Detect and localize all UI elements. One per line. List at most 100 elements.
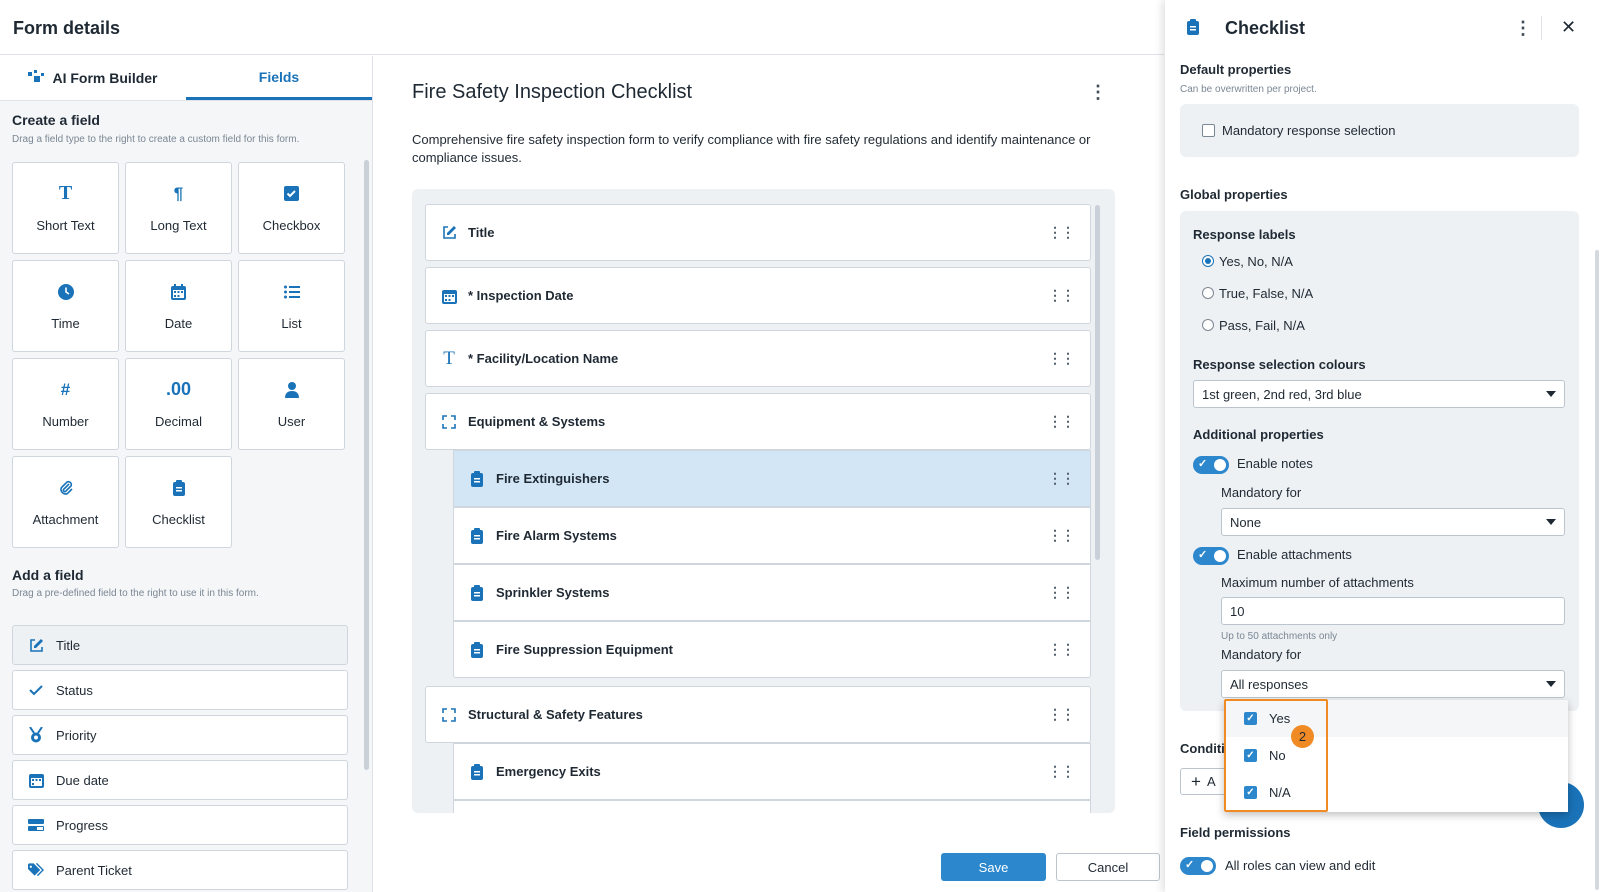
drag-handle-icon[interactable]: ⋮⋮ (1048, 470, 1075, 487)
notes-mandatory-label: Mandatory for (1221, 485, 1302, 500)
drag-handle-icon[interactable]: ⋮⋮ (1048, 413, 1075, 430)
close-icon[interactable]: ✕ (1561, 17, 1576, 38)
tile-label: Long Text (150, 217, 207, 233)
tab-fields[interactable]: Fields (186, 56, 372, 100)
form-field-partial[interactable] (453, 800, 1091, 813)
field-type-number[interactable]: # Number (12, 358, 119, 450)
field-type-user[interactable]: User (238, 358, 345, 450)
select-value: 1st green, 2nd red, 3rd blue (1202, 386, 1362, 402)
radio-yes-no-na[interactable] (1202, 255, 1214, 267)
form-more-icon[interactable]: ⋮ (1089, 82, 1107, 103)
drag-handle-icon[interactable]: ⋮⋮ (1048, 527, 1075, 544)
drag-handle-icon[interactable]: ⋮⋮ (1048, 350, 1075, 367)
input-value: 10 (1230, 603, 1245, 619)
field-library-panel: AI Form Builder Fields Create a field Dr… (0, 56, 373, 892)
predefined-label: Progress (56, 817, 109, 833)
form-editor: Fire Safety Inspection Checklist ⋮ Compr… (373, 56, 1165, 892)
predefined-field-progress[interactable]: Progress (12, 805, 348, 845)
paragraph-icon: ¶ (173, 183, 184, 203)
drag-handle-icon[interactable]: ⋮⋮ (1048, 706, 1075, 723)
form-section-equipment[interactable]: Equipment & Systems ⋮⋮ (425, 393, 1091, 450)
field-type-attachment[interactable]: Attachment (12, 456, 119, 548)
enable-attachments-toggle[interactable] (1193, 547, 1229, 565)
enable-notes-toggle[interactable] (1193, 456, 1229, 474)
field-label: * Inspection Date (468, 288, 574, 303)
form-field-sprinkler[interactable]: Sprinkler Systems ⋮⋮ (453, 564, 1091, 621)
attachments-mandatory-select[interactable]: All responses (1221, 670, 1565, 698)
enable-attachments-label: Enable attachments (1237, 547, 1352, 562)
form-field-title[interactable]: Title ⋮⋮ (425, 204, 1091, 261)
mandatory-response-checkbox[interactable] (1202, 124, 1215, 137)
max-attachments-input[interactable]: 10 (1221, 597, 1565, 625)
predefined-label: Title (56, 637, 81, 653)
form-field-emergency-exits[interactable]: Emergency Exits ⋮⋮ (453, 743, 1091, 800)
fields-scrollbar[interactable] (1095, 205, 1100, 560)
global-properties-card: Response labels Yes, No, N/A True, False… (1180, 211, 1579, 711)
radio-true-false-na[interactable] (1202, 287, 1214, 299)
hash-icon: # (60, 379, 71, 399)
field-label: Fire Suppression Equipment (496, 642, 673, 657)
form-field-fire-extinguishers[interactable]: Fire Extinguishers ⋮⋮ (453, 450, 1091, 507)
tab-ai-form-builder[interactable]: AI Form Builder (0, 56, 186, 100)
form-field-fire-suppression[interactable]: Fire Suppression Equipment ⋮⋮ (453, 621, 1091, 678)
form-title[interactable]: Fire Safety Inspection Checklist (412, 81, 692, 104)
field-label: Title (468, 225, 495, 240)
clipboard-icon (469, 470, 485, 487)
tags-icon (28, 863, 44, 877)
permissions-toggle[interactable] (1180, 857, 1216, 875)
save-button[interactable]: Save (941, 853, 1046, 881)
field-type-date[interactable]: Date (125, 260, 232, 352)
clipboard-icon (172, 478, 185, 498)
form-field-facility-name[interactable]: T * Facility/Location Name ⋮⋮ (425, 330, 1091, 387)
drag-handle-icon[interactable]: ⋮⋮ (1048, 763, 1075, 780)
predefined-field-title[interactable]: Title (12, 625, 348, 665)
page-title: Form details (13, 18, 121, 38)
tab-label: AI Form Builder (52, 70, 158, 86)
field-type-checkbox[interactable]: Checkbox (238, 162, 345, 254)
tile-label: User (277, 413, 306, 429)
chevron-down-icon (1546, 391, 1556, 397)
radio-pass-fail-na[interactable] (1202, 319, 1214, 331)
drag-handle-icon[interactable]: ⋮⋮ (1048, 287, 1075, 304)
drag-handle-icon[interactable]: ⋮⋮ (1048, 224, 1075, 241)
plus-icon: + (1191, 771, 1201, 791)
form-field-fire-alarm[interactable]: Fire Alarm Systems ⋮⋮ (453, 507, 1091, 564)
form-fields-container: Title ⋮⋮ * Inspection Date ⋮⋮ T * Facili… (412, 189, 1115, 813)
response-colours-title: Response selection colours (1193, 357, 1366, 372)
field-type-long-text[interactable]: ¶ Long Text (125, 162, 232, 254)
step-badge: 2 (1291, 725, 1314, 748)
field-type-short-text[interactable]: T Short Text (12, 162, 119, 254)
decimal-icon: .00 (165, 379, 192, 399)
predefined-field-parent-ticket[interactable]: Parent Ticket (12, 850, 348, 890)
drag-handle-icon[interactable]: ⋮⋮ (1048, 641, 1075, 658)
response-colours-select[interactable]: 1st green, 2nd red, 3rd blue (1193, 380, 1565, 408)
notes-mandatory-select[interactable]: None (1221, 508, 1565, 536)
form-description[interactable]: Comprehensive fire safety inspection for… (412, 131, 1112, 167)
predefined-field-due-date[interactable]: Due date (12, 760, 348, 800)
predefined-label: Priority (56, 727, 97, 743)
radio-label: Yes, No, N/A (1219, 254, 1293, 269)
section-icon (441, 707, 457, 722)
drag-handle-icon[interactable]: ⋮⋮ (1048, 584, 1075, 601)
form-section-structural[interactable]: Structural & Safety Features ⋮⋮ (425, 686, 1091, 743)
user-icon (284, 380, 299, 400)
panel-more-icon[interactable]: ⋮ (1514, 18, 1532, 39)
field-type-grid: T Short Text ¶ Long Text Checkbox Time D… (12, 162, 350, 548)
predefined-field-status[interactable]: Status (12, 670, 348, 710)
tile-label: Number (42, 413, 89, 429)
predefined-field-priority[interactable]: Priority (12, 715, 348, 755)
left-scrollbar[interactable] (364, 160, 369, 770)
field-type-decimal[interactable]: .00 Decimal (125, 358, 232, 450)
panel-scrollbar[interactable] (1595, 250, 1599, 890)
form-field-inspection-date[interactable]: * Inspection Date ⋮⋮ (425, 267, 1091, 324)
mandatory-response-label: Mandatory response selection (1222, 123, 1396, 138)
tab-label: Fields (258, 68, 300, 85)
field-type-time[interactable]: Time (12, 260, 119, 352)
select-value: All responses (1230, 676, 1309, 692)
field-type-checklist[interactable]: Checklist (125, 456, 232, 548)
field-type-list[interactable]: List (238, 260, 345, 352)
clipboard-icon (1187, 19, 1199, 40)
panel-title: Checklist (1225, 18, 1306, 38)
cancel-button[interactable]: Cancel (1056, 853, 1160, 881)
field-label: Sprinkler Systems (496, 585, 610, 600)
